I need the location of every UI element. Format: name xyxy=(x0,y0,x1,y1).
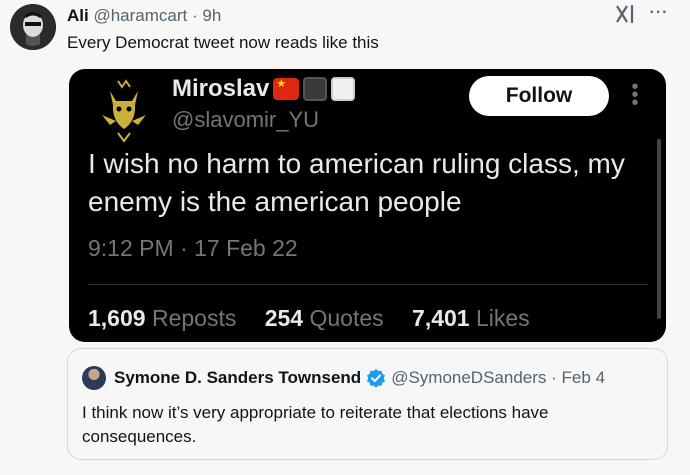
embedded-more-icon: • • • xyxy=(631,76,639,114)
embedded-author-name: Miroslav xyxy=(172,75,270,102)
embedded-author-handle: @slavomir_YU xyxy=(172,107,320,132)
embedded-tweet-screenshot: Miroslav @slavomir_YU Follow ••• I wish … xyxy=(69,69,666,342)
more-options-icon[interactable]: ··· xyxy=(648,2,670,24)
black-square-icon xyxy=(303,77,328,101)
quoted-tweet-card[interactable]: Symone D. Sanders Townsend @SymoneDSande… xyxy=(67,348,668,460)
post-time[interactable]: 9h xyxy=(202,6,221,25)
embedded-stats: 1,609 Reposts 254 Quotes 7,401 Likes xyxy=(88,305,552,332)
likes-count: 7,401 xyxy=(412,305,470,331)
embedded-tweet-text: I wish no harm to american ruling class,… xyxy=(88,148,625,217)
quoted-tweet-header: Symone D. Sanders Townsend @SymoneDSande… xyxy=(114,368,605,388)
likes-label: Likes xyxy=(475,305,530,331)
xai-grok-icon[interactable] xyxy=(614,3,636,25)
quoted-date[interactable]: Feb 4 xyxy=(562,368,605,388)
embedded-divider xyxy=(88,284,648,285)
quoted-tweet-text: I think now it’s very appropriate to rei… xyxy=(82,403,549,446)
embedded-timestamp: 9:12 PM · 17 Feb 22 xyxy=(88,235,298,261)
post-text: Every Democrat tweet now reads like this xyxy=(67,33,379,52)
verified-badge-icon xyxy=(366,368,386,388)
reposts-count: 1,609 xyxy=(88,305,146,331)
author-avatar[interactable] xyxy=(10,4,56,50)
quotes-count: 254 xyxy=(264,305,304,331)
quoted-author-handle[interactable]: @SymoneDSanders xyxy=(391,368,546,388)
quotes-label: Quotes xyxy=(309,305,384,331)
quoted-author-name[interactable]: Symone D. Sanders Townsend xyxy=(114,368,361,388)
follow-button: Follow xyxy=(469,76,609,116)
author-name[interactable]: Ali xyxy=(67,6,89,25)
post-header: Ali @haramcart · 9h xyxy=(67,6,221,26)
reposts-label: Reposts xyxy=(151,305,237,331)
embedded-scrollbar xyxy=(657,139,661,319)
embedded-author-avatar xyxy=(88,75,160,147)
author-handle[interactable]: @haramcart xyxy=(93,6,187,25)
china-flag-icon xyxy=(273,78,300,100)
quoted-author-avatar[interactable] xyxy=(82,366,106,390)
header-separator: · xyxy=(192,6,198,25)
white-square-icon xyxy=(331,77,356,101)
embedded-author-name-row: Miroslav xyxy=(172,75,356,103)
